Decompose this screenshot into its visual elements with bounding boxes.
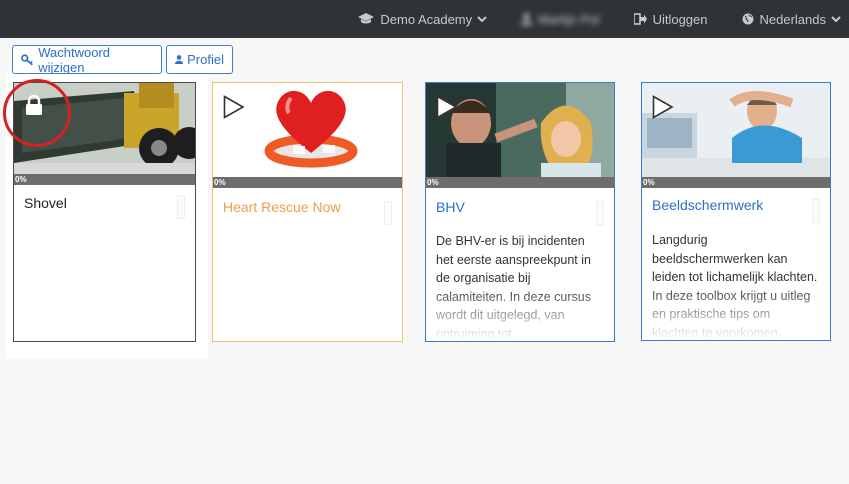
- course-thumbnail: [213, 83, 402, 177]
- highlight-ring: [3, 79, 71, 147]
- play-icon[interactable]: [436, 95, 458, 119]
- logout-label: Uitloggen: [652, 11, 708, 27]
- scroll-hint: [384, 201, 392, 225]
- course-title: Beeldschermwerk: [652, 197, 764, 213]
- text-fade: [642, 285, 830, 340]
- course-thumbnail: [642, 83, 830, 177]
- text-fade: [426, 286, 614, 341]
- logout-link[interactable]: Uitloggen: [633, 11, 708, 27]
- progress-label: 0%: [14, 174, 195, 185]
- scroll-hint: [177, 195, 185, 219]
- academy-label: Demo Academy: [380, 11, 473, 27]
- user-menu[interactable]: Martijn Pol: [521, 11, 600, 27]
- user-name: Martijn Pol: [538, 11, 600, 27]
- course-title: BHV: [436, 199, 465, 215]
- change-password-button[interactable]: Wachtwoord wijzigen: [12, 44, 162, 75]
- course-title: Shovel: [24, 195, 67, 211]
- scroll-hint: [596, 201, 604, 225]
- academy-menu[interactable]: Demo Academy: [358, 12, 487, 27]
- sign-out-icon: [633, 13, 647, 25]
- course-thumbnail: [426, 83, 614, 177]
- course-card-bhv[interactable]: 0% BHV De BHV-er is bij incidenten het e…: [425, 82, 615, 342]
- profile-label: Profiel: [187, 52, 224, 67]
- play-icon[interactable]: [652, 95, 674, 119]
- top-navbar: Demo Academy Martijn Pol Uitloggen Neder…: [0, 0, 849, 38]
- progress-label: 0%: [426, 177, 614, 188]
- user-icon: [175, 55, 184, 64]
- course-title: Heart Rescue Now: [223, 199, 341, 215]
- change-password-label: Wachtwoord wijzigen: [38, 44, 110, 75]
- course-card-heart-rescue-now[interactable]: 0% Heart Rescue Now: [212, 82, 403, 342]
- user-icon: [521, 13, 533, 25]
- course-card-beeldschermwerk[interactable]: 0% Beeldschermwerk Langdurig beeldscherm…: [641, 82, 831, 341]
- scroll-hint: [812, 199, 820, 223]
- play-icon[interactable]: [223, 95, 245, 119]
- chevron-down-icon: [831, 15, 841, 22]
- key-icon: [21, 53, 33, 65]
- profile-button[interactable]: Profiel: [166, 45, 233, 74]
- language-menu[interactable]: Nederlands: [742, 12, 842, 27]
- globe-icon: [742, 13, 753, 25]
- chevron-down-icon: [477, 15, 487, 22]
- progress-label: 0%: [642, 177, 830, 188]
- language-label: Nederlands: [759, 11, 827, 27]
- graduation-cap-icon: [358, 13, 375, 24]
- progress-label: 0%: [213, 177, 402, 188]
